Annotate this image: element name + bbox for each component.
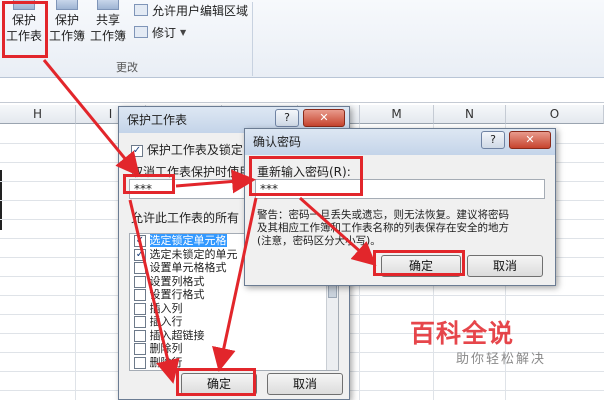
share-workbook-label-2: 工作簿: [89, 29, 126, 43]
protect-workbook-label-2: 工作簿: [48, 29, 85, 43]
password-field-highlight: [123, 174, 175, 194]
share-workbook-icon: [97, 0, 119, 10]
protect-cancel-button[interactable]: 取消: [267, 373, 343, 395]
confirm-dialog-help-button[interactable]: ?: [481, 131, 505, 149]
warning-line-3: (注意，密码区分大小写)。: [257, 235, 381, 247]
protect-dialog-close-button[interactable]: ✕: [303, 109, 345, 127]
option-checkbox[interactable]: [134, 356, 146, 369]
track-changes-button[interactable]: 修订 ▼: [134, 24, 186, 40]
list-item[interactable]: 插入列: [130, 302, 338, 316]
option-checkbox[interactable]: [134, 289, 146, 301]
column-header-n[interactable]: N: [434, 105, 506, 124]
column-header-o[interactable]: O: [506, 105, 604, 124]
protect-ok-highlight: [176, 368, 256, 396]
allow-edit-ranges-button[interactable]: 允许用户编辑区域: [134, 2, 248, 18]
option-checkbox[interactable]: ✓: [134, 235, 146, 247]
column-header-m[interactable]: M: [360, 105, 434, 124]
changes-group-label: 更改: [116, 61, 138, 74]
track-changes-label: 修订: [152, 25, 177, 40]
option-checkbox[interactable]: [134, 316, 146, 328]
confirm-ok-highlight: [373, 250, 465, 276]
chevron-down-icon: ▼: [180, 27, 187, 37]
protect-sheet-highlight: [2, 1, 48, 58]
confirm-dialog-close-button[interactable]: ✕: [509, 131, 551, 149]
list-item[interactable]: 插入超链接: [130, 329, 338, 343]
password-warning: 警告：密码一旦丢失或遗忘，则无法恢复。建议将密码 及其相应工作簿和工作表名称的列…: [257, 209, 553, 248]
share-workbook-label-1: 共享: [95, 13, 120, 27]
protect-workbook-icon: [56, 0, 78, 10]
formula-bar[interactable]: [0, 79, 604, 103]
list-item[interactable]: 删除列: [130, 342, 338, 356]
grid-line: [75, 124, 76, 400]
option-checkbox[interactable]: ✓: [134, 248, 146, 261]
track-changes-icon: [134, 26, 148, 38]
option-checkbox[interactable]: [134, 302, 146, 315]
option-checkbox[interactable]: [134, 275, 146, 288]
allow-edit-ranges-label: 允许用户编辑区域: [152, 3, 249, 18]
list-item[interactable]: 删除行: [130, 356, 338, 370]
allow-edit-ranges-icon: [134, 4, 148, 16]
watermark-title: 百科全说: [410, 319, 515, 348]
protect-dialog-help-button[interactable]: ?: [275, 109, 299, 127]
column-header-h[interactable]: H: [0, 105, 76, 124]
ribbon: 保护 工作表 保护 工作簿 共享 工作簿 允许用户编辑区域 修订 ▼ 更改: [0, 0, 604, 78]
option-checkbox[interactable]: [134, 343, 146, 355]
protect-workbook-button[interactable]: 保护 工作簿: [47, 0, 87, 52]
watermark-subtitle: 助你轻松解决: [456, 352, 547, 367]
share-workbook-button[interactable]: 共享 工作簿: [88, 0, 128, 52]
protect-sheet-checkbox-label: 保护工作表及锁定: [146, 143, 243, 157]
protect-workbook-label-1: 保护: [54, 13, 79, 27]
option-checkbox[interactable]: [134, 329, 146, 342]
group-separator: [252, 2, 253, 76]
protect-dialog-title: 保护工作表: [127, 113, 188, 127]
option-checkbox[interactable]: [134, 262, 146, 274]
warning-line-1: 警告：密码一旦丢失或遗忘，则无法恢复。建议将密码: [257, 209, 509, 221]
warning-line-2: 及其相应工作簿和工作表名称的列表保存在安全的地方: [257, 222, 509, 234]
list-item[interactable]: 插入行: [130, 315, 338, 329]
protect-sheet-checkbox-row[interactable]: ✓ 保护工作表及锁定: [131, 141, 243, 158]
reenter-field-highlight: [249, 156, 363, 196]
confirm-dialog-title: 确认密码: [253, 135, 302, 149]
list-item[interactable]: 设置行格式: [130, 288, 338, 302]
protect-sheet-checkbox[interactable]: ✓: [131, 144, 143, 157]
allow-users-label: 允许此工作表的所有: [131, 211, 240, 225]
confirm-cancel-button[interactable]: 取消: [467, 255, 543, 277]
